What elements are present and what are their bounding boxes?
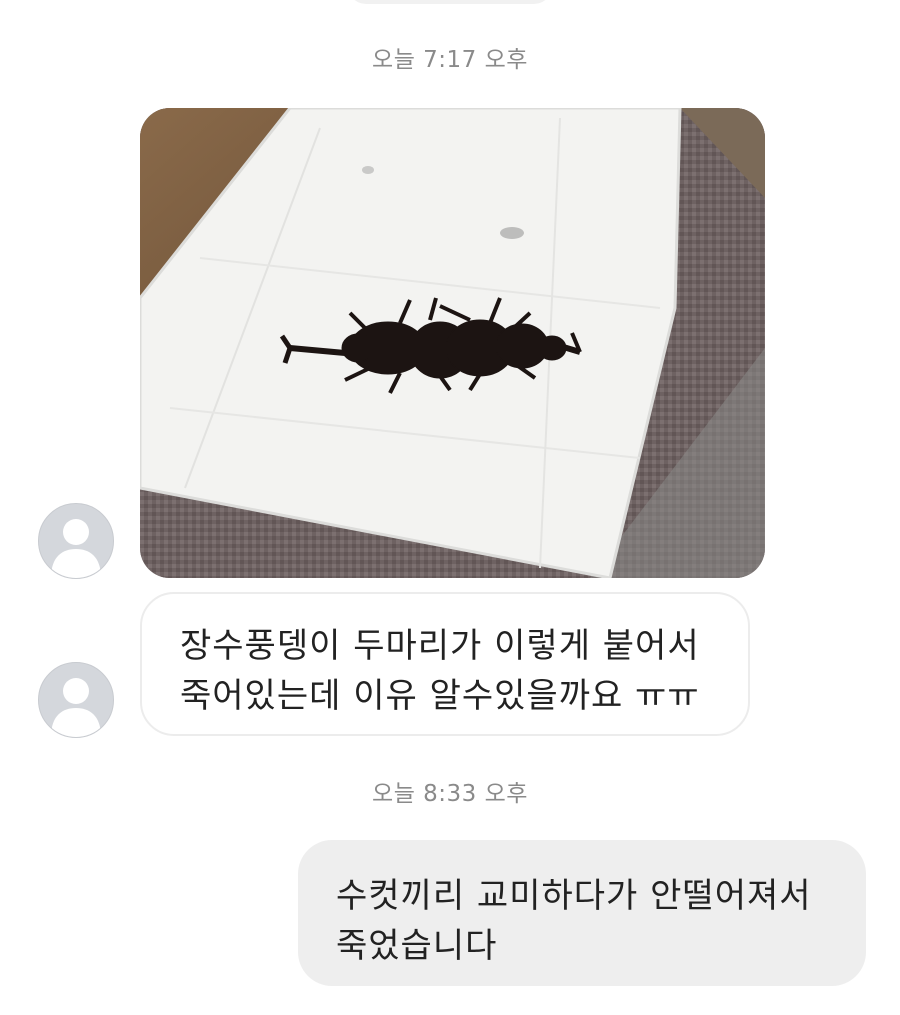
outgoing-message-bubble[interactable]: 수컷끼리 교미하다가 안떨어져서 죽었습니다: [298, 840, 866, 986]
timestamp-2: 오늘 8:33 오후: [372, 781, 528, 807]
timestamp-1: 오늘 7:17 오후: [372, 47, 528, 73]
message-text-line: 장수풍뎅이 두마리가 이렇게 붙어서: [180, 626, 700, 666]
default-profile-icon: [51, 678, 101, 737]
sender-avatar[interactable]: [38, 662, 114, 738]
message-text-line: 죽었습니다: [336, 926, 498, 966]
default-profile-icon: [51, 519, 101, 578]
sender-avatar[interactable]: [38, 503, 114, 579]
message-text-line: 죽어있는데 이유 알수있을까요 ㅠㅠ: [180, 676, 700, 716]
previous-message-bubble-edge: [348, 0, 552, 4]
message-photo[interactable]: [140, 108, 765, 578]
incoming-message-bubble[interactable]: 장수풍뎅이 두마리가 이렇게 붙어서 죽어있는데 이유 알수있을까요 ㅠㅠ: [140, 592, 750, 736]
message-text-line: 수컷끼리 교미하다가 안떨어져서: [336, 876, 812, 916]
